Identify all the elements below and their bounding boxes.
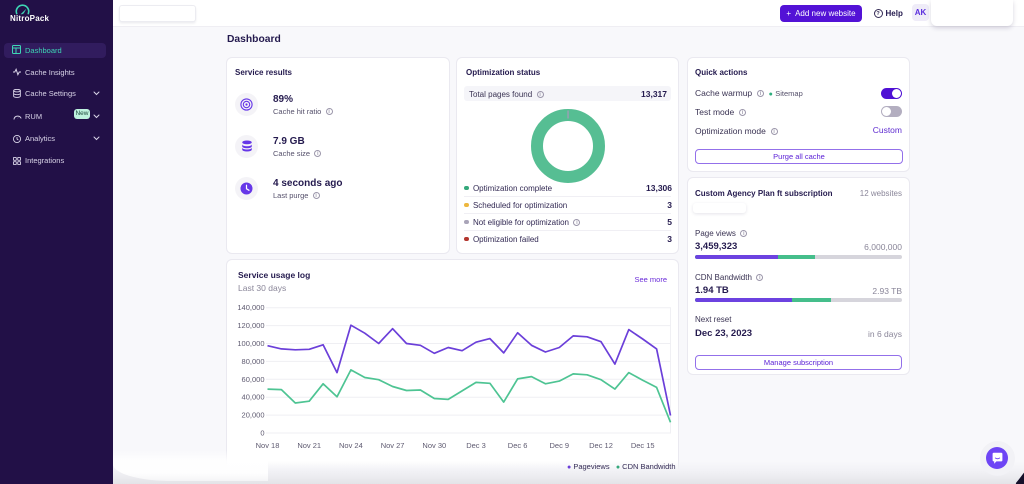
svg-text:Dec 15: Dec 15: [631, 441, 655, 450]
svg-text:140,000: 140,000: [237, 303, 264, 312]
svg-text:20,000: 20,000: [242, 411, 265, 420]
svg-text:Nov 27: Nov 27: [381, 441, 405, 450]
svg-text:60,000: 60,000: [242, 375, 265, 384]
svg-text:Dec 12: Dec 12: [589, 441, 613, 450]
svg-text:Nov 21: Nov 21: [297, 441, 321, 450]
svg-text:Nov 24: Nov 24: [339, 441, 363, 450]
svg-text:100,000: 100,000: [237, 339, 264, 348]
svg-text:Dec 6: Dec 6: [508, 441, 528, 450]
svg-text:Dec 9: Dec 9: [550, 441, 570, 450]
svg-text:Dec 3: Dec 3: [466, 441, 486, 450]
svg-text:120,000: 120,000: [237, 321, 264, 330]
svg-text:Nov 18: Nov 18: [256, 441, 280, 450]
svg-text:Nov 30: Nov 30: [422, 441, 446, 450]
svg-text:80,000: 80,000: [242, 357, 265, 366]
svg-text:0: 0: [260, 429, 264, 438]
svg-text:40,000: 40,000: [242, 393, 265, 402]
